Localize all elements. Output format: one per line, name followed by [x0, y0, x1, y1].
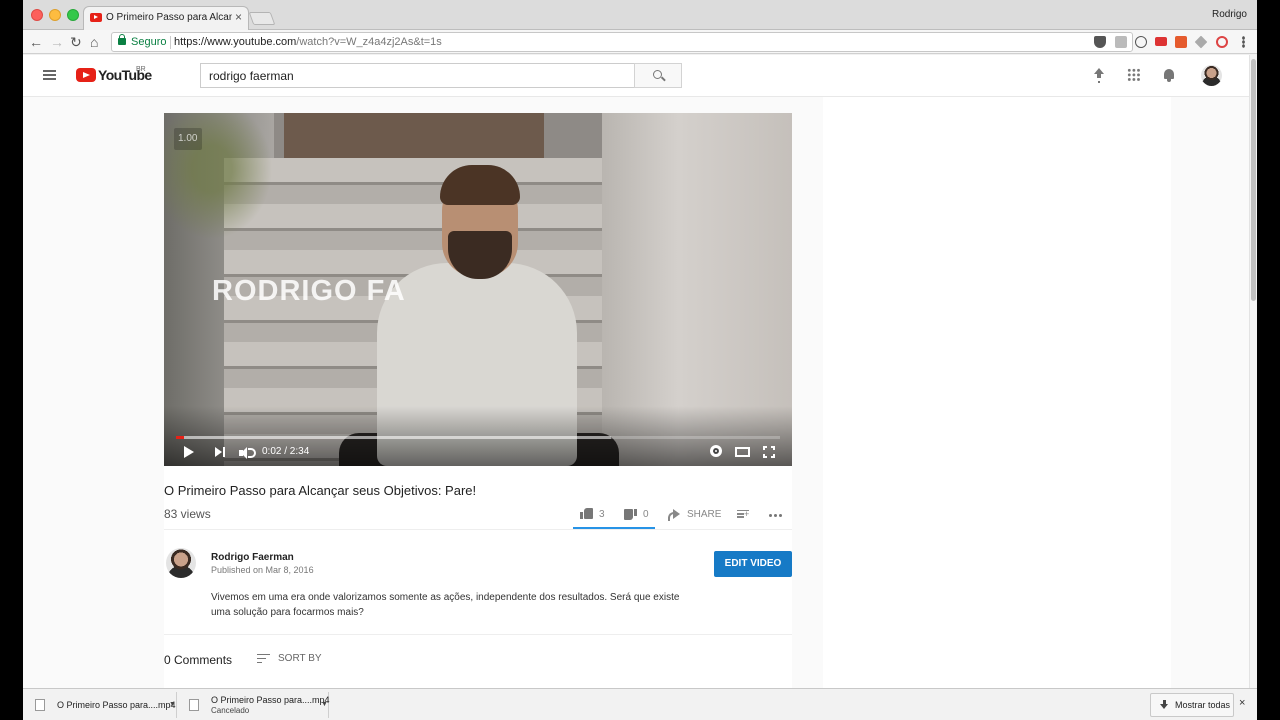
dislike-count[interactable]: 0 [643, 509, 649, 520]
reload-icon[interactable]: ↻ [70, 34, 82, 50]
region-label: BR [136, 66, 146, 73]
youtube-favicon-icon [90, 13, 102, 22]
url-text[interactable]: https://www.youtube.com/watch?v=W_z4a4zj… [174, 36, 442, 48]
channel-avatar[interactable] [166, 548, 196, 578]
pocket-extension-icon[interactable] [1094, 36, 1106, 48]
extension-icon[interactable] [1115, 36, 1127, 48]
pdf-extension-icon[interactable] [1175, 36, 1187, 48]
show-all-downloads-button[interactable]: Mostrar todas [1150, 693, 1234, 717]
apps-grid-icon[interactable] [1127, 68, 1141, 82]
address-bar[interactable]: Seguro https://www.youtube.com/watch?v=W… [111, 32, 1133, 52]
edit-video-button[interactable]: EDIT VIDEO [714, 551, 792, 577]
divider [164, 529, 792, 530]
settings-gear-icon[interactable] [710, 445, 722, 457]
download-filename: O Primeiro Passo para....mp4 [57, 700, 176, 710]
menu-kebab-icon[interactable] [1242, 36, 1245, 48]
dislike-thumb-down-icon[interactable] [624, 509, 637, 520]
more-actions-icon[interactable] [769, 514, 772, 517]
download-icon [1159, 700, 1169, 711]
download-item[interactable]: O Primeiro Passo para....mp4 ▼ [27, 692, 177, 718]
upload-icon[interactable] [1092, 68, 1106, 82]
address-separator [170, 36, 171, 49]
like-count[interactable]: 3 [599, 509, 605, 520]
show-all-label: Mostrar todas [1175, 700, 1231, 710]
youtube-logo-icon[interactable] [76, 68, 96, 82]
fullscreen-icon[interactable] [763, 446, 775, 458]
progress-bar[interactable] [176, 436, 780, 439]
youtube-extension-icon[interactable] [1155, 37, 1167, 46]
browser-tab[interactable]: O Primeiro Passo para Alcançar seus Obje… [83, 6, 249, 30]
playback-speed-badge: 1.00 [174, 128, 202, 150]
scrollbar-thumb[interactable] [1251, 59, 1256, 301]
video-overlay-title: RODRIGO FA [212, 275, 406, 307]
channel-name[interactable]: Rodrigo Faerman [211, 552, 294, 563]
info-extension-icon[interactable] [1135, 36, 1147, 48]
search-input[interactable]: rodrigo faerman [200, 63, 635, 88]
theater-mode-icon[interactable] [735, 447, 750, 457]
share-button[interactable]: SHARE [687, 509, 721, 520]
youtube-page: YouTube BR rodrigo faerman RODRIGO FA 1.… [23, 55, 1249, 688]
url-path: /watch?v=W_z4a4zj2As&t=1s [296, 36, 442, 48]
next-video-icon[interactable] [215, 447, 225, 457]
video-frame-door [284, 113, 544, 158]
play-icon[interactable] [184, 446, 194, 458]
record-extension-icon[interactable] [1216, 36, 1228, 48]
chevron-down-icon[interactable]: ▼ [169, 701, 176, 708]
sort-by-button[interactable]: SORT BY [278, 653, 322, 664]
back-arrow-icon[interactable]: ← [29, 34, 43, 50]
url-host: https://www.youtube.com [174, 36, 297, 48]
lock-icon [118, 34, 126, 45]
screen: O Primeiro Passo para Alcançar seus Obje… [0, 0, 1280, 720]
video-description: Vivemos em uma era onde valorizamos some… [211, 592, 680, 618]
youtube-header: YouTube BR rodrigo faerman [23, 55, 1249, 97]
tab-title: O Primeiro Passo para Alcançar seus Obje… [106, 12, 232, 23]
add-to-playlist-icon[interactable] [737, 510, 749, 519]
browser-window: O Primeiro Passo para Alcançar seus Obje… [23, 0, 1257, 720]
letterbox-left [0, 0, 23, 720]
search-query: rodrigo faerman [209, 69, 294, 83]
time-display: 0:02 / 2:34 [262, 446, 310, 457]
close-shelf-icon[interactable]: × [1239, 697, 1245, 709]
letterbox-right [1257, 0, 1280, 720]
download-filename: O Primeiro Passo para....mp4 [211, 695, 330, 705]
dropbox-extension-icon[interactable] [1194, 35, 1208, 49]
download-shelf: O Primeiro Passo para....mp4 ▼ O Primeir… [23, 688, 1257, 720]
progress-played [176, 436, 184, 439]
profile-name[interactable]: Rodrigo [1212, 9, 1247, 20]
sort-icon[interactable] [257, 654, 270, 663]
video-info: O Primeiro Passo para Alcançar seus Obje… [164, 466, 792, 688]
window-close-button[interactable] [31, 9, 43, 21]
notifications-bell-icon[interactable] [1162, 68, 1176, 82]
search-button[interactable] [634, 63, 682, 88]
hamburger-menu-icon[interactable] [43, 70, 56, 80]
tab-close-icon[interactable]: × [235, 10, 242, 24]
file-icon [189, 699, 199, 711]
home-icon[interactable]: ⌂ [90, 34, 98, 50]
tab-strip: O Primeiro Passo para Alcançar seus Obje… [23, 0, 1257, 30]
share-arrow-icon[interactable] [668, 509, 680, 521]
search-icon [653, 70, 662, 79]
chevron-down-icon[interactable]: ▼ [321, 701, 328, 708]
related-sidebar [823, 97, 1171, 688]
window-zoom-button[interactable] [67, 9, 79, 21]
download-item[interactable]: O Primeiro Passo para....mp4 Cancelado ▼ [181, 692, 330, 718]
view-count: 83 views [164, 507, 211, 521]
video-title: O Primeiro Passo para Alcançar seus Obje… [164, 483, 477, 498]
window-minimize-button[interactable] [49, 9, 61, 21]
progress-loaded [176, 436, 611, 439]
forward-arrow-icon[interactable]: → [50, 34, 64, 50]
file-icon [35, 699, 45, 711]
download-status: Cancelado [211, 706, 250, 715]
security-label: Seguro [131, 36, 167, 48]
divider [164, 634, 792, 635]
like-thumb-up-icon[interactable] [580, 508, 593, 519]
page-scrollbar[interactable] [1249, 55, 1257, 688]
new-tab-button[interactable] [248, 12, 276, 25]
publish-date: Published on Mar 8, 2016 [211, 565, 314, 575]
comments-count: 0 Comments [164, 653, 233, 667]
video-player[interactable]: RODRIGO FA 1.00 0:02 / 2:34 [164, 113, 792, 466]
account-avatar[interactable] [1201, 65, 1222, 86]
browser-toolbar: ← → ↻ ⌂ Seguro https://www.youtube.com/w… [23, 30, 1257, 54]
